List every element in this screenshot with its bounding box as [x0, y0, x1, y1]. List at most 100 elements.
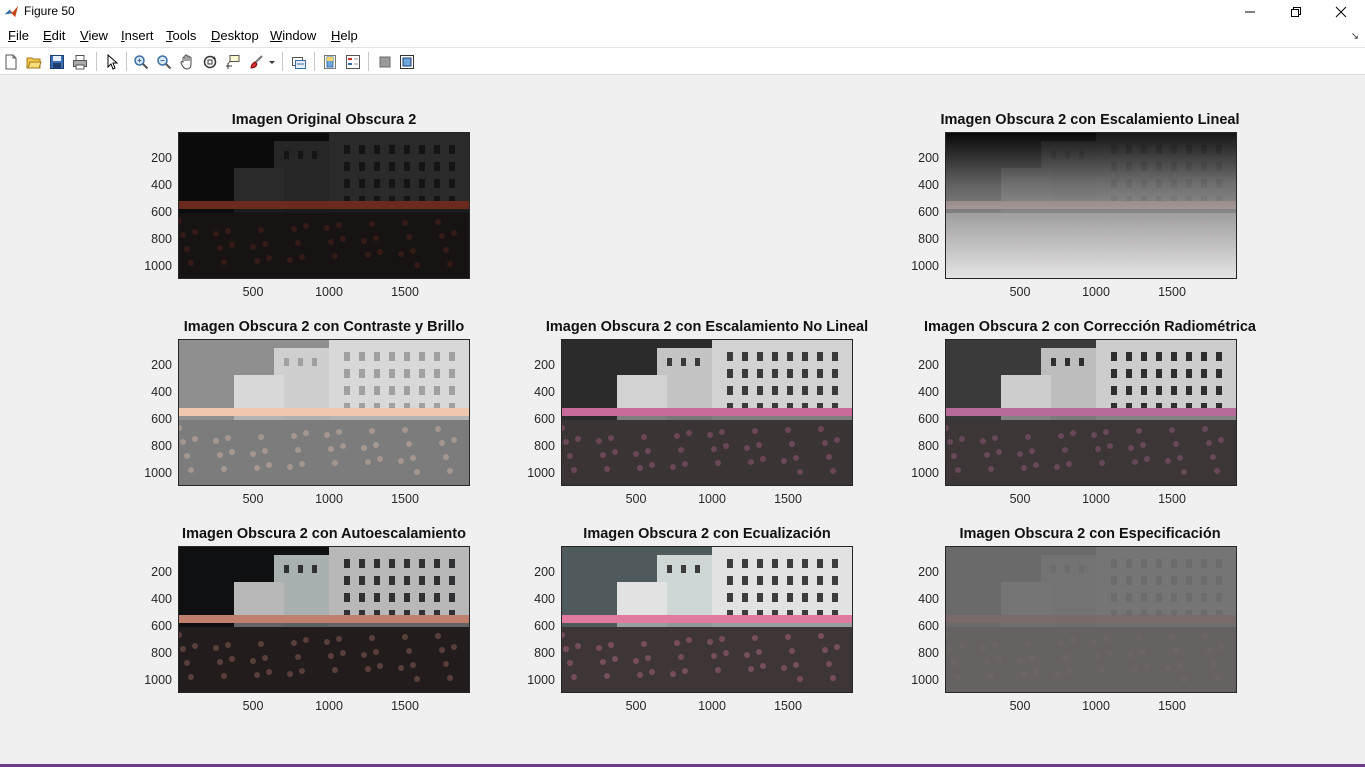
- menu-tools[interactable]: Tools: [166, 28, 196, 43]
- save-button[interactable]: [47, 52, 67, 72]
- print-icon: [73, 55, 87, 70]
- insert-legend-button[interactable]: [343, 52, 363, 72]
- menu-view[interactable]: View: [80, 28, 108, 43]
- pan-button[interactable]: [177, 52, 197, 72]
- x-tick-label: 1500: [774, 699, 802, 713]
- x-tick-label: 500: [242, 285, 264, 299]
- image-axes-nonlinear[interactable]: [561, 339, 853, 486]
- y-tick-label: 1000: [911, 673, 939, 687]
- image-axes-equalized[interactable]: [561, 546, 853, 693]
- toolbar-separator: [368, 52, 369, 71]
- show-plot-tools-icon: [400, 55, 414, 69]
- show-plot-tools-button[interactable]: [397, 52, 417, 72]
- image-axes-radiometric[interactable]: [945, 339, 1237, 486]
- x-tick-label: 1000: [315, 492, 343, 506]
- y-tick-label: 400: [534, 592, 555, 606]
- zoom-in-button[interactable]: [131, 52, 151, 72]
- y-tick-label: 800: [918, 232, 939, 246]
- x-tick-label: 1000: [698, 492, 726, 506]
- rotate-3d-button[interactable]: [200, 52, 220, 72]
- image-axes-linear[interactable]: [945, 132, 1237, 279]
- image-nonlinear: [562, 340, 852, 485]
- toolbar-separator: [96, 52, 97, 71]
- y-tick-label: 1000: [911, 466, 939, 480]
- open-file-icon: [26, 57, 42, 69]
- panel-title-contrast-brightness: Imagen Obscura 2 con Contraste y Brillo: [183, 319, 465, 335]
- x-tick-label: 1000: [315, 285, 343, 299]
- x-tick-label: 1500: [391, 285, 419, 299]
- y-tick-label: 600: [918, 412, 939, 426]
- data-cursor-button[interactable]: [223, 52, 243, 72]
- y-tick-label: 1000: [144, 466, 172, 480]
- data-cursor-icon: [226, 55, 240, 69]
- x-tick-label: 1000: [698, 699, 726, 713]
- brush-dropdown-button[interactable]: [266, 52, 278, 72]
- new-figure-icon: [5, 54, 17, 70]
- image-axes-original[interactable]: [178, 132, 470, 279]
- panel-title-original: Imagen Original Obscura 2: [231, 112, 417, 128]
- x-tick-label: 1000: [1082, 699, 1110, 713]
- new-figure-button[interactable]: [1, 52, 21, 72]
- x-tick-label: 500: [625, 699, 647, 713]
- y-tick-label: 800: [534, 439, 555, 453]
- dock-figure-icon[interactable]: ↘: [1351, 31, 1359, 42]
- x-tick-label: 1000: [1082, 285, 1110, 299]
- open-file-button[interactable]: [24, 52, 44, 72]
- rotate-3d-icon: [203, 55, 217, 69]
- menu-desktop[interactable]: Desktop: [211, 28, 259, 43]
- close-button[interactable]: [1318, 0, 1364, 24]
- y-tick-label: 400: [151, 178, 172, 192]
- insert-colorbar-button[interactable]: [320, 52, 340, 72]
- image-axes-contrast-brightness[interactable]: [178, 339, 470, 486]
- y-tick-label: 1000: [911, 259, 939, 273]
- menu-insert[interactable]: Insert: [121, 28, 154, 43]
- x-tick-label: 1500: [391, 492, 419, 506]
- link-plot-button[interactable]: [289, 52, 309, 72]
- menu-file[interactable]: File: [8, 28, 29, 43]
- toolbar-separator: [126, 52, 127, 71]
- menu-help[interactable]: Help: [331, 28, 358, 43]
- y-tick-label: 800: [534, 646, 555, 660]
- colorbar-icon: [324, 55, 336, 69]
- panel-title-equalized: Imagen Obscura 2 con Ecualización: [583, 526, 831, 542]
- y-tick-label: 200: [151, 151, 172, 165]
- panel-title-linear: Imagen Obscura 2 con Escalamiento Lineal: [940, 112, 1240, 128]
- y-tick-label: 200: [534, 358, 555, 372]
- image-axes-specified[interactable]: [945, 546, 1237, 693]
- x-tick-label: 500: [242, 492, 264, 506]
- zoom-in-icon: [134, 55, 149, 70]
- edit-plot-button[interactable]: [102, 52, 122, 72]
- panel-title-specified: Imagen Obscura 2 con Especificación: [959, 526, 1221, 542]
- panel-title-nonlinear: Imagen Obscura 2 con Escalamiento No Lin…: [545, 319, 869, 335]
- x-tick-label: 500: [1009, 285, 1031, 299]
- brush-button[interactable]: [246, 52, 266, 72]
- print-button[interactable]: [70, 52, 90, 72]
- x-tick-label: 500: [242, 699, 264, 713]
- x-tick-label: 1500: [774, 492, 802, 506]
- y-tick-label: 600: [918, 619, 939, 633]
- menu-edit[interactable]: Edit: [43, 28, 65, 43]
- y-tick-label: 800: [151, 232, 172, 246]
- y-tick-label: 400: [918, 385, 939, 399]
- x-tick-label: 1500: [1158, 285, 1186, 299]
- panel-title-radiometric: Imagen Obscura 2 con Corrección Radiomét…: [924, 319, 1256, 335]
- minimize-button[interactable]: [1227, 0, 1273, 24]
- y-tick-label: 1000: [144, 259, 172, 273]
- menu-window[interactable]: Window: [270, 28, 316, 43]
- image-auto: [179, 547, 469, 692]
- image-bright: [179, 340, 469, 485]
- image-dark: [179, 133, 469, 278]
- brush-dropdown-icon: [269, 61, 275, 64]
- zoom-out-button[interactable]: [154, 52, 174, 72]
- toolbar-separator: [282, 52, 283, 71]
- y-tick-label: 800: [151, 646, 172, 660]
- hide-plot-tools-button[interactable]: [375, 52, 395, 72]
- image-axes-autoscaling[interactable]: [178, 546, 470, 693]
- y-tick-label: 200: [918, 565, 939, 579]
- toolbar-separator: [314, 52, 315, 71]
- menu-bar: File Edit View Insert Tools Desktop Wind…: [0, 24, 1365, 48]
- hide-plot-tools-icon: [379, 56, 391, 68]
- y-tick-label: 1000: [527, 466, 555, 480]
- restore-button[interactable]: [1273, 0, 1319, 24]
- y-tick-label: 200: [534, 565, 555, 579]
